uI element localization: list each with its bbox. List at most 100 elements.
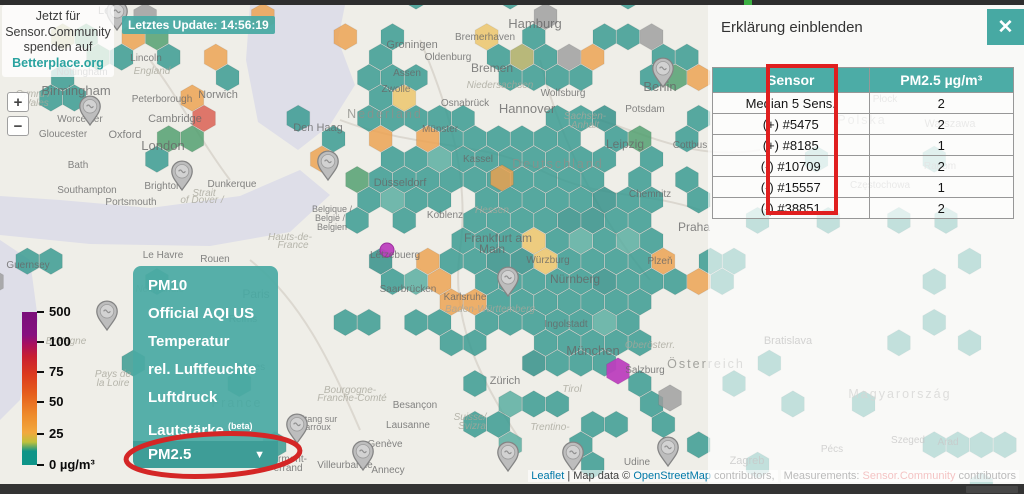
sensor-table-body: Median 5 Sens.2(+) #54752(+) #81851(-) #… [713,93,1014,219]
map-label: Lincoln [130,53,162,64]
legend-tick-mark [37,371,44,373]
map-label-country: Deutschland [512,157,604,171]
annotation-red-rect [766,64,838,215]
map-label: Portsmouth [105,197,156,208]
column-header-pm25: PM2.5 µg/m³ [869,68,1013,93]
map-label: Praha [678,220,710,234]
legend-tick-mark [37,433,44,435]
map-label: Oldenburg [425,52,472,63]
layer-menu-item-luftdruck[interactable]: Luftdruck [133,384,278,412]
layer-menu-item-temperatur[interactable]: Temperatur [133,328,278,356]
map-pin[interactable] [563,442,583,471]
map-label-region: Oberösterr. [625,340,675,351]
map-label: Kassel [463,154,493,165]
table-row: (-) #107092 [713,156,1014,177]
map-label-region: Tirol [562,384,582,395]
map-label: Nürnberg [550,272,600,286]
map-label: arroux [305,422,331,432]
layer-menu: PM10Official AQI USTemperaturrel. Luftfe… [133,266,278,468]
pm25-value-cell: 1 [869,177,1013,198]
layer-menu-item-lautstaerke[interactable]: Lautstärke (beta) [133,412,278,440]
layer-select-pm25[interactable]: PM2.5 ▼ [133,441,278,468]
map-label-region: England [134,66,171,77]
map-label: Chemnitz [629,189,671,200]
pm25-value-cell: 2 [869,114,1013,135]
layer-menu-item-rel-luftfeuchte[interactable]: rel. Luftfeuchte [133,356,278,384]
map-label: Cambridge [148,113,202,125]
top-bar-notch [744,0,752,5]
legend-tick-label: 75 [49,364,63,379]
pm25-value-cell: 2 [869,156,1013,177]
map-label-region: France [277,240,309,251]
map-label: Zürich [490,375,521,387]
legend-tick-label: 0 µg/m³ [49,457,95,472]
beta-badge: (beta) [228,421,253,431]
map-label-region: of Dover / [180,195,225,206]
layer-menu-item-pm10[interactable]: PM10 [133,272,278,300]
donation-text-line2: Sensor.Community [2,25,114,41]
attribution-text: | Map data © [564,470,633,482]
map-label: Bremen [471,61,513,75]
legend-tick-mark [37,464,44,466]
layer-menu-item-official-aqi-us[interactable]: Official AQI US [133,300,278,328]
pm25-value-cell: 1 [869,135,1013,156]
panel-title-toggle[interactable]: Erklärung einblenden [721,19,863,36]
map-label: London [141,138,184,153]
map-label: Würzburg [526,255,569,266]
donation-box: Jetzt für Sensor.Community spenden auf B… [2,5,114,77]
donation-text-line3: spenden auf [2,40,114,56]
map-label: Hamburg [508,16,561,31]
osm-link[interactable]: OpenStreetMap [633,470,711,482]
map-label-region: Trentino- [530,422,570,433]
map-pin[interactable] [498,442,518,471]
table-row: (+) #54752 [713,114,1014,135]
leaflet-link[interactable]: Leaflet [531,470,564,482]
map-pin[interactable] [658,437,678,466]
map-label: Norwich [198,89,238,101]
pm25-value-cell: 2 [869,93,1013,114]
top-bar [0,0,1024,5]
map-label: Annecy [371,465,404,476]
map-label: Ingolstadt [544,319,588,330]
map-label: Osnabrück [441,98,490,109]
map-label: Potsdam [625,104,664,115]
legend-tick-label: 500 [49,304,71,319]
map-label: Main [479,242,505,256]
map-label: Koblenz [427,210,463,221]
map-label: Leipzig [606,137,644,151]
map-label: Bremerhaven [455,32,515,43]
table-row: (-) #388512 [713,198,1014,219]
map-label: Cottbus [673,140,707,151]
sensor-table-header-row: Sensor PM2.5 µg/m³ [713,68,1014,93]
map-label: Plzeň [647,256,672,267]
last-update-banner: Letztes Update: 14:56:19 [122,16,275,34]
pm25-value-cell: 2 [869,198,1013,219]
map-label: Hannover [499,101,556,116]
map-label: Lëtzebuerg [370,250,420,261]
map-label: Peterborough [132,94,193,105]
map-label: Belgien [317,222,347,232]
color-scale-legend: 5001007550250 µg/m³ [22,312,142,477]
map-label: Udine [624,457,651,468]
donation-text-line1: Jetzt für [2,9,114,25]
map-label-region: Franche-Comté [317,393,387,404]
map-label: Zwolle [382,84,411,95]
map-label: Lausanne [386,420,430,431]
map-label: Karlsruhe [444,292,487,303]
map-label-region: Baden-Württemberg [445,304,535,315]
map-pin[interactable] [287,414,307,443]
map-label: Oxford [108,129,141,141]
map-pin[interactable] [318,151,338,180]
map-label-country: Nederland [347,107,423,121]
map-zoom-control: + − [7,92,29,136]
map-label: Guernsey [6,260,49,271]
map-label: Saarbrücken [380,284,437,295]
betterplace-link[interactable]: Betterplace.org [2,56,114,72]
zoom-in-button[interactable]: + [7,92,29,112]
zoom-out-button[interactable]: − [7,116,29,136]
layer-menu-items: PM10Official AQI USTemperaturrel. Luftfe… [133,272,278,412]
close-button[interactable]: ✕ [987,9,1024,45]
map-label-region: Hessen [475,205,509,216]
bottom-bar-widget [966,486,1018,493]
map-label: Wolfsburg [541,88,586,99]
